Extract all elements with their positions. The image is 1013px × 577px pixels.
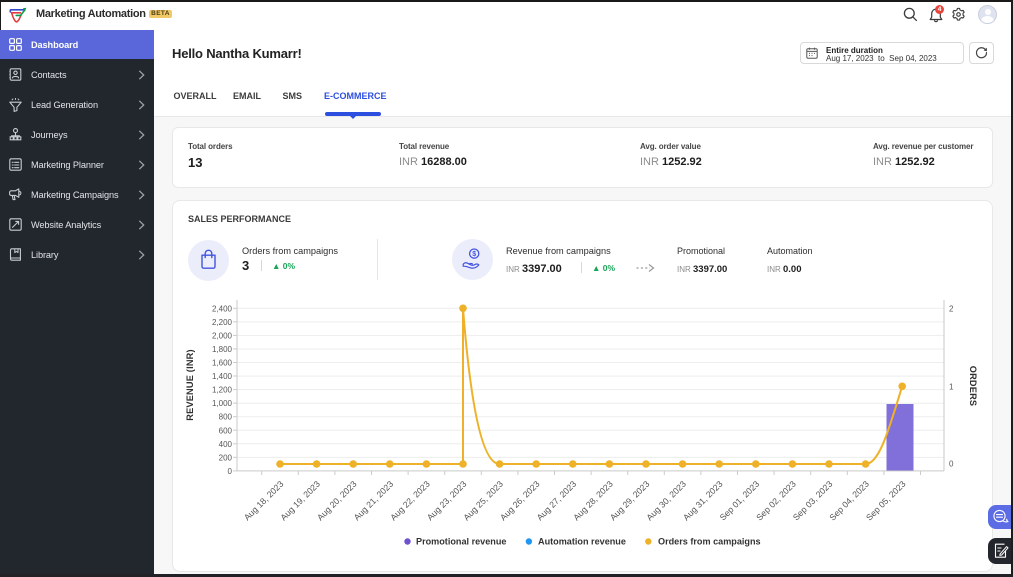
svg-text:$: $ [472, 251, 476, 258]
